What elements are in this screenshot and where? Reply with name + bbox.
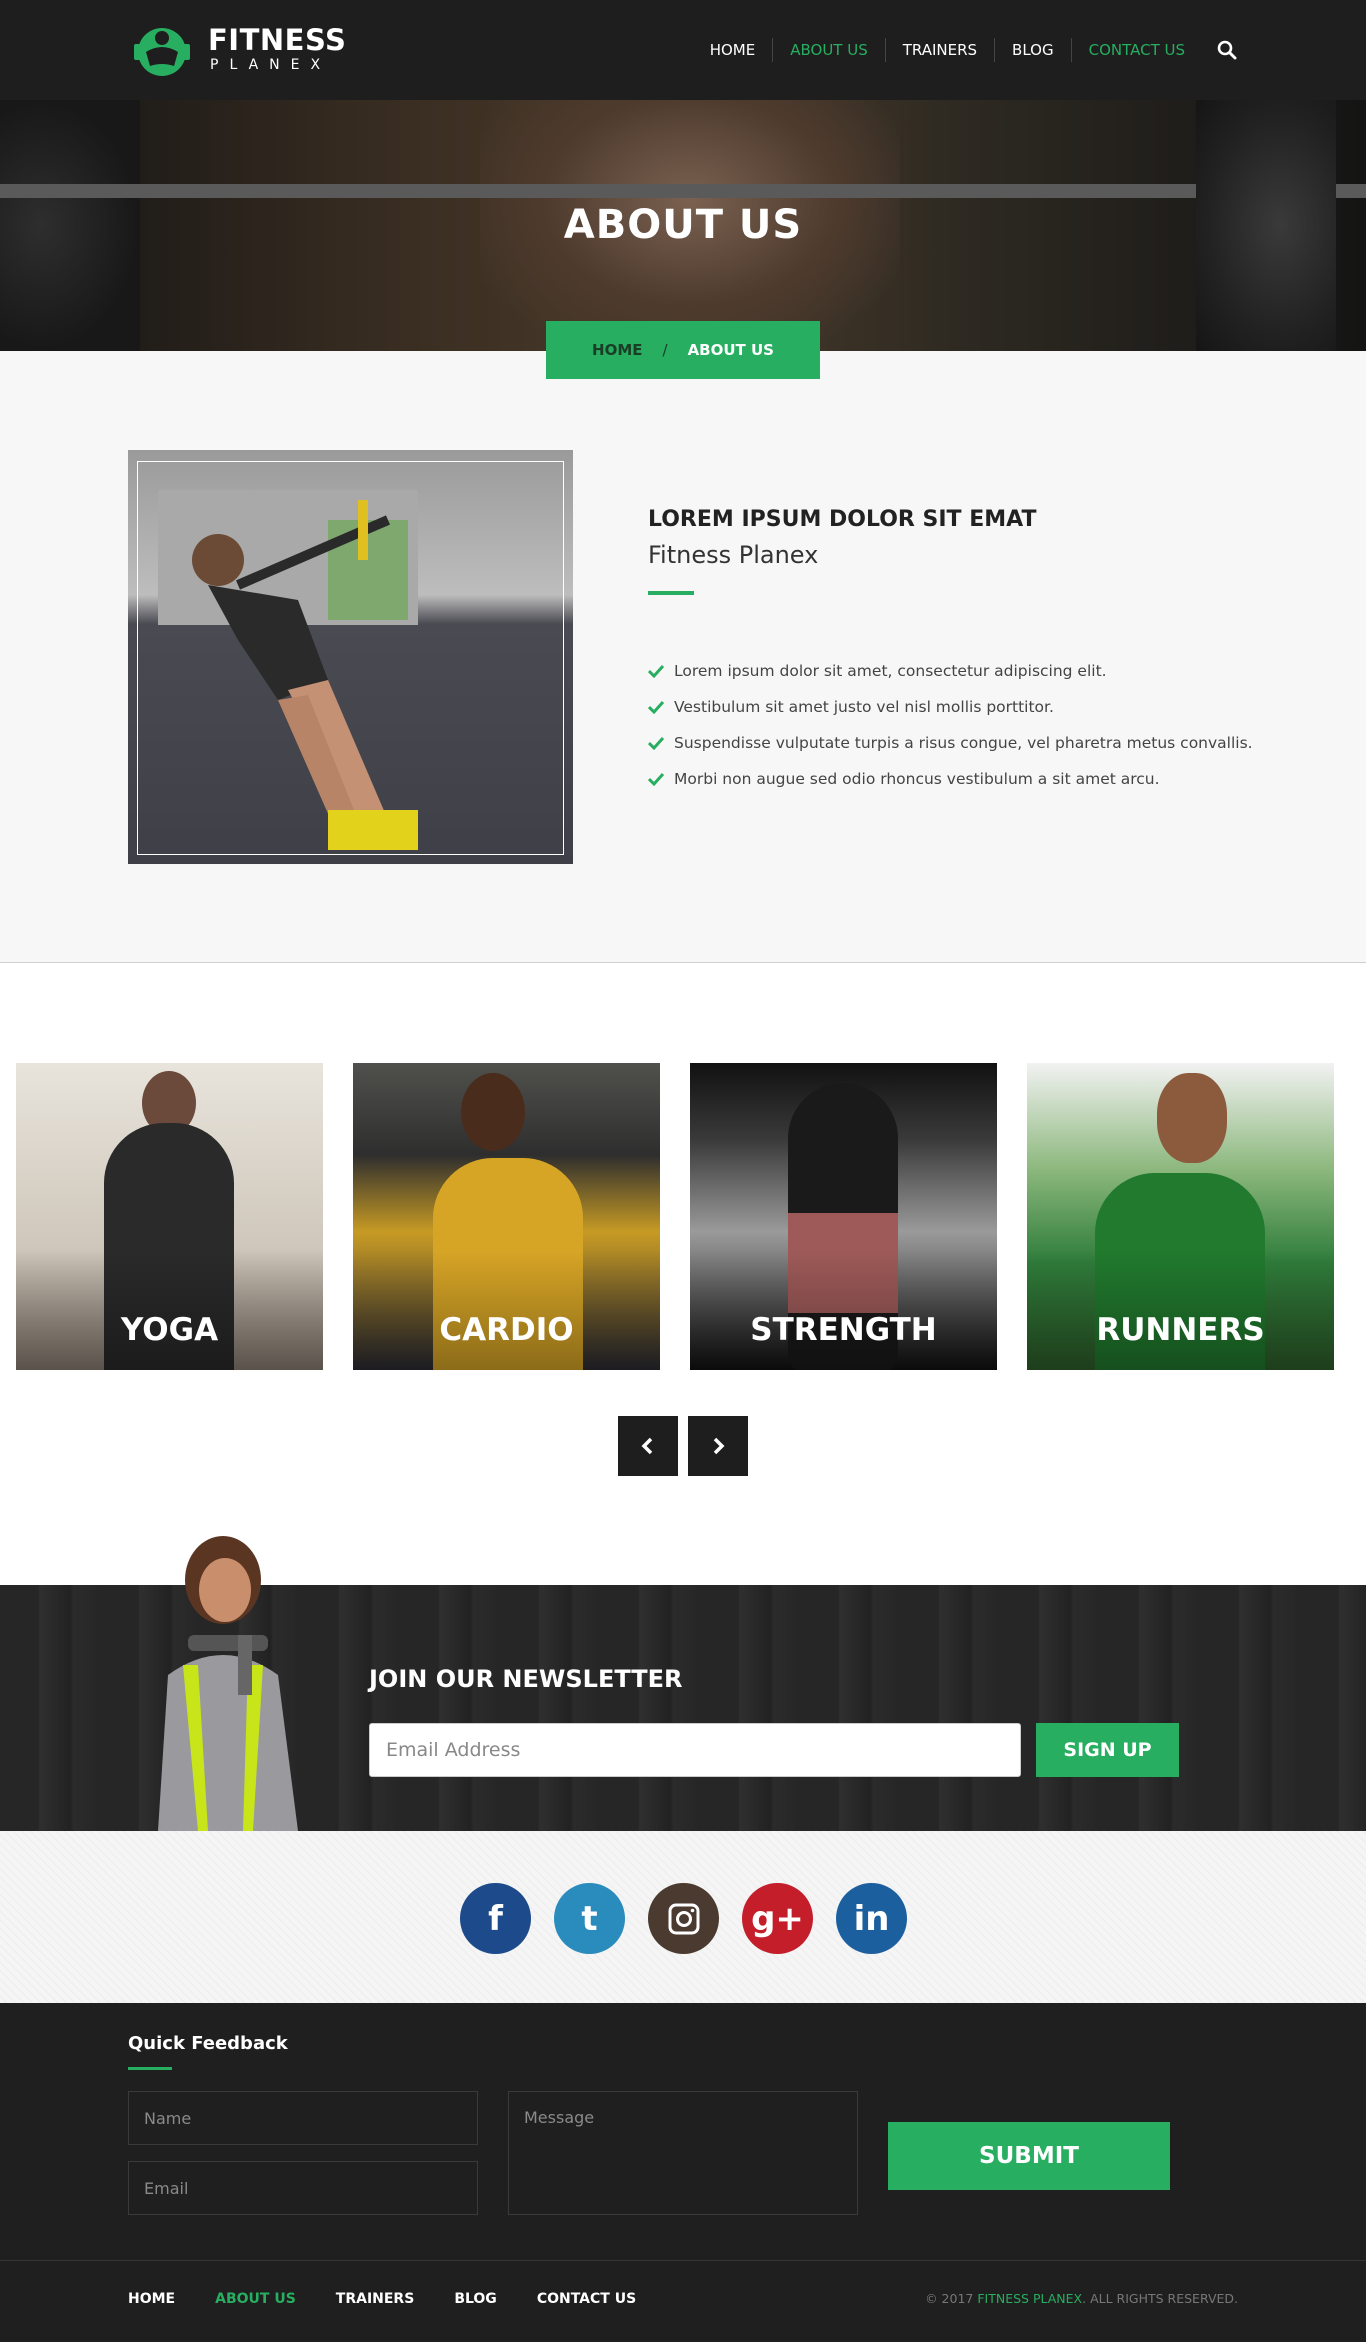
copyright: © 2017 FITNESS PLANEX. ALL RIGHTS RESERV… bbox=[925, 2291, 1238, 2306]
about-photo bbox=[128, 450, 573, 864]
main-nav: HOME ABOUT US TRAINERS BLOG CONTACT US bbox=[693, 38, 1238, 62]
class-card-label: CARDIO bbox=[439, 1312, 574, 1348]
google-plus-icon[interactable]: g+ bbox=[742, 1883, 813, 1954]
email-field[interactable] bbox=[128, 2161, 478, 2215]
class-card-label: YOGA bbox=[120, 1312, 219, 1348]
search-icon[interactable] bbox=[1216, 39, 1238, 61]
facebook-icon[interactable]: f bbox=[460, 1883, 531, 1954]
check-icon bbox=[648, 700, 664, 714]
footer-nav-home[interactable]: HOME bbox=[128, 2291, 175, 2307]
newsletter-email-input[interactable] bbox=[369, 1723, 1021, 1777]
footer-nav-about-us[interactable]: ABOUT US bbox=[215, 2291, 296, 2307]
nav-contact-us[interactable]: CONTACT US bbox=[1072, 38, 1202, 62]
person-head bbox=[461, 1073, 525, 1151]
chevron-left-icon bbox=[641, 1437, 653, 1455]
list-item-text: Morbi non augue sed odio rhoncus vestibu… bbox=[674, 770, 1160, 788]
class-card-runners[interactable]: RUNNERS bbox=[1027, 1063, 1334, 1370]
breadcrumb-current: ABOUT US bbox=[687, 341, 774, 359]
hero-barbell bbox=[0, 184, 1366, 198]
page-hero: ABOUT US bbox=[0, 100, 1366, 351]
dumbbell-man-icon bbox=[134, 28, 190, 76]
footer-nav-trainers[interactable]: TRAINERS bbox=[336, 2291, 415, 2307]
feedback-divider bbox=[128, 2067, 172, 2070]
page-title: ABOUT US bbox=[563, 202, 803, 248]
class-card-label: RUNNERS bbox=[1096, 1312, 1265, 1348]
list-item-text: Vestibulum sit amet justo vel nisl molli… bbox=[674, 698, 1054, 716]
linkedin-icon[interactable]: in bbox=[836, 1883, 907, 1954]
feedback-footer: Quick Feedback SUBMIT bbox=[0, 2003, 1366, 2260]
footer-bottom: HOME ABOUT US TRAINERS BLOG CONTACT US ©… bbox=[0, 2260, 1366, 2342]
about-divider bbox=[648, 591, 694, 595]
list-item-text: Lorem ipsum dolor sit amet, consectetur … bbox=[674, 662, 1107, 680]
about-subheading: Fitness Planex bbox=[648, 541, 819, 569]
check-icon bbox=[648, 772, 664, 786]
breadcrumb-home[interactable]: HOME bbox=[592, 341, 642, 359]
about-heading: LOREM IPSUM DOLOR SIT EMAT bbox=[648, 507, 1037, 532]
carousel-prev-button[interactable] bbox=[618, 1416, 678, 1476]
person-head bbox=[1157, 1073, 1227, 1163]
copyright-prefix: © 2017 bbox=[925, 2291, 974, 2306]
class-card-cardio[interactable]: CARDIO bbox=[353, 1063, 660, 1370]
message-field[interactable] bbox=[508, 2091, 858, 2215]
about-list: Lorem ipsum dolor sit amet, consectetur … bbox=[648, 653, 1253, 797]
about-section: LOREM IPSUM DOLOR SIT EMAT Fitness Plane… bbox=[0, 351, 1366, 963]
list-item-text: Suspendisse vulputate turpis a risus con… bbox=[674, 734, 1253, 752]
class-card-yoga[interactable]: YOGA bbox=[16, 1063, 323, 1370]
copyright-brand[interactable]: FITNESS PLANEX bbox=[977, 2291, 1082, 2306]
list-item: Vestibulum sit amet justo vel nisl molli… bbox=[648, 689, 1253, 725]
classes-section: YOGA CARDIO STRENGTH RUNNERS bbox=[0, 963, 1366, 1585]
list-item: Lorem ipsum dolor sit amet, consectetur … bbox=[648, 653, 1253, 689]
nav-blog[interactable]: BLOG bbox=[995, 38, 1072, 62]
submit-button[interactable]: SUBMIT bbox=[888, 2122, 1170, 2190]
newsletter-section: JOIN OUR NEWSLETTER SIGN UP bbox=[0, 1536, 1366, 1831]
footer-nav-contact-us[interactable]: CONTACT US bbox=[537, 2291, 636, 2307]
check-icon bbox=[648, 664, 664, 678]
site-logo[interactable]: FITNESS PLANEX bbox=[128, 22, 346, 78]
carousel-nav bbox=[618, 1416, 748, 1476]
name-field[interactable] bbox=[128, 2091, 478, 2145]
instagram-icon[interactable] bbox=[648, 1883, 719, 1954]
photo-frame bbox=[137, 461, 564, 855]
breadcrumb-separator: / bbox=[662, 341, 668, 359]
footer-nav-blog[interactable]: BLOG bbox=[454, 2291, 497, 2307]
nav-about-us[interactable]: ABOUT US bbox=[773, 38, 886, 62]
instagram-glyph bbox=[668, 1903, 699, 1934]
sign-up-button[interactable]: SIGN UP bbox=[1036, 1723, 1179, 1777]
footer-nav: HOME ABOUT US TRAINERS BLOG CONTACT US bbox=[128, 2291, 676, 2307]
copyright-suffix: . ALL RIGHTS RESERVED. bbox=[1082, 2291, 1238, 2306]
social-links: f t g+ in bbox=[460, 1883, 907, 1954]
site-header: FITNESS PLANEX HOME ABOUT US TRAINERS BL… bbox=[0, 0, 1366, 100]
logo-subtitle: PLANEX bbox=[210, 57, 332, 73]
class-card-label: STRENGTH bbox=[750, 1312, 937, 1348]
newsletter-woman-illustration bbox=[158, 1536, 298, 1831]
logo-title: FITNESS bbox=[208, 23, 347, 57]
carousel-next-button[interactable] bbox=[688, 1416, 748, 1476]
newsletter-title: JOIN OUR NEWSLETTER bbox=[369, 1665, 683, 1693]
chevron-right-icon bbox=[713, 1437, 725, 1455]
breadcrumb: HOME / ABOUT US bbox=[546, 321, 820, 379]
list-item: Morbi non augue sed odio rhoncus vestibu… bbox=[648, 761, 1253, 797]
list-item: Suspendisse vulputate turpis a risus con… bbox=[648, 725, 1253, 761]
nav-trainers[interactable]: TRAINERS bbox=[886, 38, 996, 62]
check-icon bbox=[648, 736, 664, 750]
twitter-icon[interactable]: t bbox=[554, 1883, 625, 1954]
nav-home[interactable]: HOME bbox=[693, 38, 774, 62]
class-card-strength[interactable]: STRENGTH bbox=[690, 1063, 997, 1370]
social-section: f t g+ in bbox=[0, 1831, 1366, 2003]
feedback-title: Quick Feedback bbox=[128, 2033, 288, 2054]
